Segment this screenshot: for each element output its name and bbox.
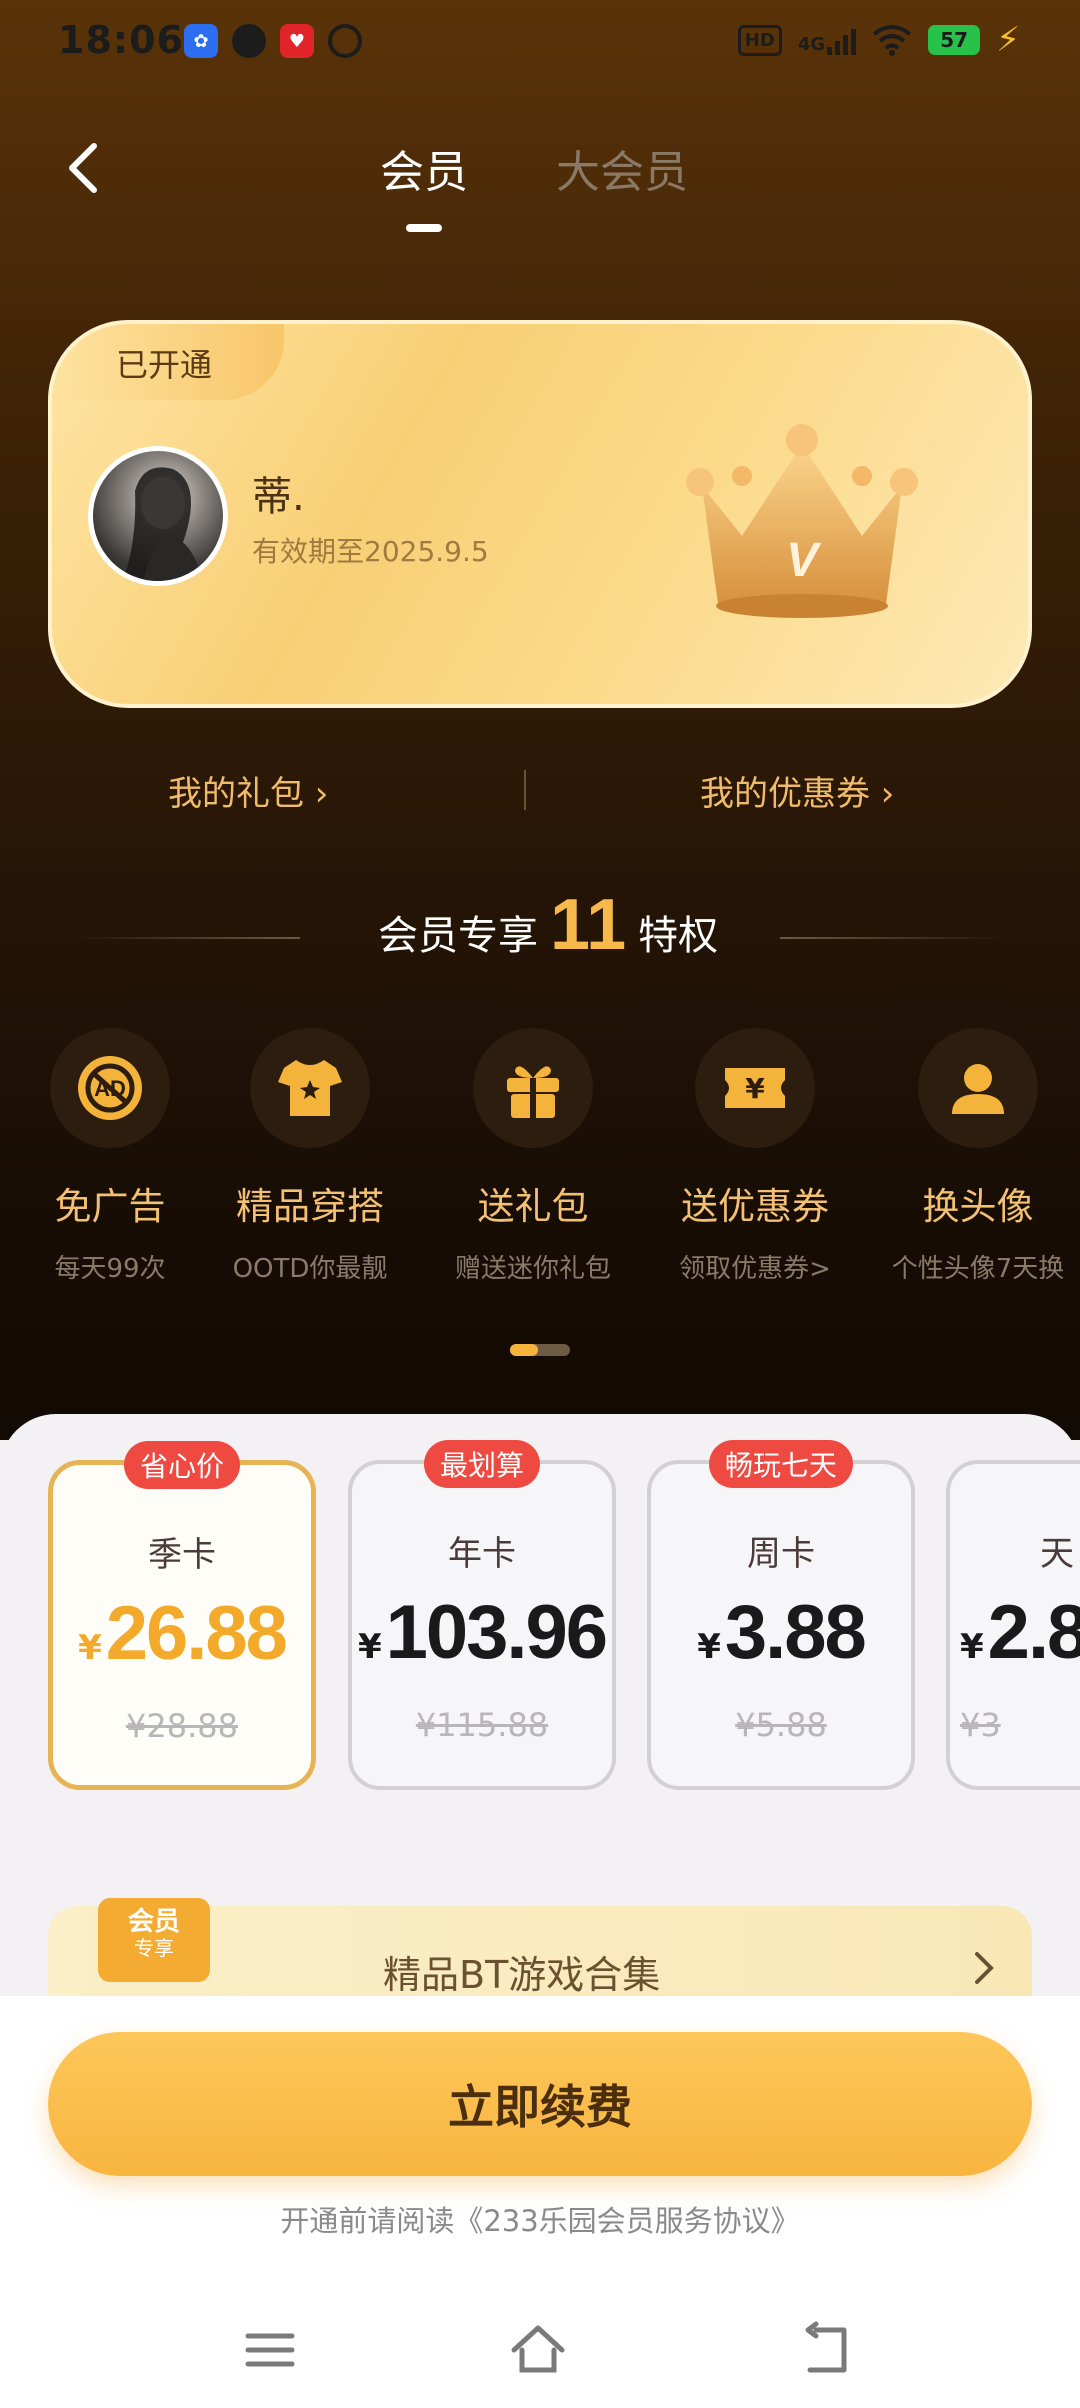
username: 蒂.: [252, 474, 305, 520]
no-ads-icon: AD: [78, 1056, 142, 1120]
plan-original-price: ¥28.88: [126, 1707, 238, 1745]
plan-card-yearly[interactable]: 最划算 年卡 ¥ 103.96 ¥115.88: [348, 1440, 616, 1790]
divider-line-left: [72, 937, 300, 939]
privilege-name: 送礼包: [477, 1185, 589, 1228]
plan-original-price: ¥3: [960, 1706, 1001, 1744]
baidu-app-icon: ✿: [184, 24, 218, 58]
network-type: 4G: [797, 34, 826, 55]
plan-badge: 省心价: [123, 1441, 241, 1489]
plan-card-quarterly[interactable]: 省心价 季卡 ¥ 26.88 ¥28.88: [48, 1441, 316, 1790]
privilege-avatar[interactable]: 换头像 个性头像7天换: [878, 1028, 1078, 1285]
battery-icon: 57: [928, 25, 981, 55]
carousel-indicator: [510, 1344, 570, 1356]
charging-icon: ⚡: [996, 20, 1020, 60]
service-agreement-link[interactable]: 开通前请阅读《233乐园会员服务协议》: [0, 2198, 1080, 2240]
membership-expiry: 有效期至2025.9.5: [252, 535, 489, 568]
promo-badge-top: 会员: [127, 1907, 180, 1937]
gift-icon: [507, 1066, 559, 1118]
tshirt-icon: [278, 1060, 342, 1116]
plan-currency: ¥: [960, 1627, 984, 1667]
app-notification-icon: ♥: [280, 24, 314, 58]
crown-letter: V: [786, 534, 822, 587]
signal-icon: [827, 25, 857, 55]
plan-card-daily[interactable]: 天 ¥ 2.8 ¥3: [946, 1460, 1080, 1790]
plan-badge: 最划算: [423, 1440, 541, 1488]
back-icon[interactable]: [796, 2320, 856, 2380]
links-divider: [524, 770, 526, 810]
plan-price: ¥ 3.88: [651, 1589, 911, 1676]
privilege-desc: 个性头像7天换: [891, 1254, 1065, 1284]
plan-price: ¥ 2.8: [960, 1589, 1080, 1676]
privilege-no-ads[interactable]: AD 免广告 每天99次: [10, 1028, 210, 1285]
privilege-desc: 赠送迷你礼包: [454, 1254, 611, 1284]
chevron-right-icon: [975, 1952, 994, 1984]
plan-badge: 畅玩七天: [708, 1440, 854, 1488]
privilege-gift[interactable]: 送礼包 赠送迷你礼包: [433, 1028, 633, 1285]
svg-text:¥: ¥: [745, 1072, 765, 1105]
privilege-name: 换头像: [922, 1185, 1034, 1228]
privilege-name: 送优惠券: [681, 1185, 829, 1228]
privilege-desc: 领取优惠券>: [679, 1254, 831, 1284]
privilege-coupon[interactable]: ¥ 送优惠券 领取优惠券>: [655, 1028, 855, 1285]
activated-tag: 已开通: [52, 324, 284, 400]
member-exclusive-badge: 会员 专享: [98, 1898, 210, 1982]
tab-member[interactable]: 会员: [380, 136, 468, 200]
renew-button[interactable]: 立即续费: [48, 2032, 1032, 2176]
plan-original-price: ¥115.88: [415, 1706, 549, 1744]
wifi-icon: [872, 25, 912, 56]
menu-icon[interactable]: [240, 2320, 300, 2380]
promo-badge-bottom: 专享: [134, 1935, 174, 1960]
chat-app-icon: [232, 24, 266, 58]
notification-icons: ✿ ♥: [184, 24, 362, 58]
system-nav-bar: [0, 2300, 1080, 2408]
tab-big-member[interactable]: 大会员: [556, 136, 688, 200]
sync-app-icon: [328, 24, 362, 58]
plan-price-value: 26.88: [105, 1591, 288, 1676]
promo-text: 精品BT游戏合集: [383, 1953, 661, 1997]
hd-icon: HD: [737, 24, 782, 56]
privileges-title-prefix: 会员专享: [378, 913, 538, 959]
divider-line-right: [780, 937, 1008, 939]
home-icon[interactable]: [508, 2320, 568, 2380]
avatar[interactable]: [88, 446, 228, 586]
privilege-desc: OOTD你最靓: [232, 1254, 388, 1284]
plan-currency: ¥: [357, 1627, 382, 1667]
plan-original-price: ¥5.88: [735, 1706, 827, 1744]
tab-active-indicator: [406, 224, 442, 232]
privilege-outfit[interactable]: 精品穿搭 OOTD你最靓: [210, 1028, 410, 1285]
status-time: 18:06: [58, 18, 184, 62]
user-icon: [952, 1064, 1004, 1114]
plan-price: ¥ 103.96: [352, 1589, 612, 1676]
privilege-desc: 每天99次: [54, 1254, 166, 1284]
coupon-icon: ¥: [725, 1068, 785, 1108]
plan-currency: ¥: [78, 1628, 102, 1668]
privilege-name: 精品穿搭: [236, 1185, 384, 1228]
plan-card-weekly[interactable]: 畅玩七天 周卡 ¥ 3.88 ¥5.88: [647, 1440, 915, 1790]
privileges-title-suffix: 特权: [638, 913, 719, 959]
my-gifts-link[interactable]: 我的礼包 ›: [168, 766, 328, 815]
privileges-title: 会员专享 11 特权: [378, 884, 718, 966]
plan-currency: ¥: [697, 1627, 721, 1667]
privileges-count: 11: [550, 885, 627, 965]
plan-price-value: 3.88: [724, 1590, 867, 1675]
plan-name: 季卡: [148, 1535, 216, 1575]
status-bar: 18:06 ✿ ♥ HD 4G 57 ⚡: [0, 0, 1080, 80]
back-arrow-icon[interactable]: [60, 140, 110, 196]
plan-price: ¥ 26.88: [53, 1590, 311, 1677]
privilege-name: 免广告: [54, 1185, 166, 1228]
avatar-photo: [123, 467, 203, 581]
member-card: 已开通 蒂. 有效期至2025.9.5 V: [48, 320, 1032, 708]
plan-name: 天: [1040, 1534, 1074, 1574]
plan-name: 年卡: [448, 1534, 516, 1574]
plan-price-value: 103.96: [385, 1590, 608, 1675]
plan-price-value: 2.8: [987, 1590, 1080, 1675]
plan-name: 周卡: [747, 1534, 815, 1574]
crown-icon: V: [686, 424, 918, 618]
my-coupons-link[interactable]: 我的优惠券 ›: [700, 766, 894, 815]
